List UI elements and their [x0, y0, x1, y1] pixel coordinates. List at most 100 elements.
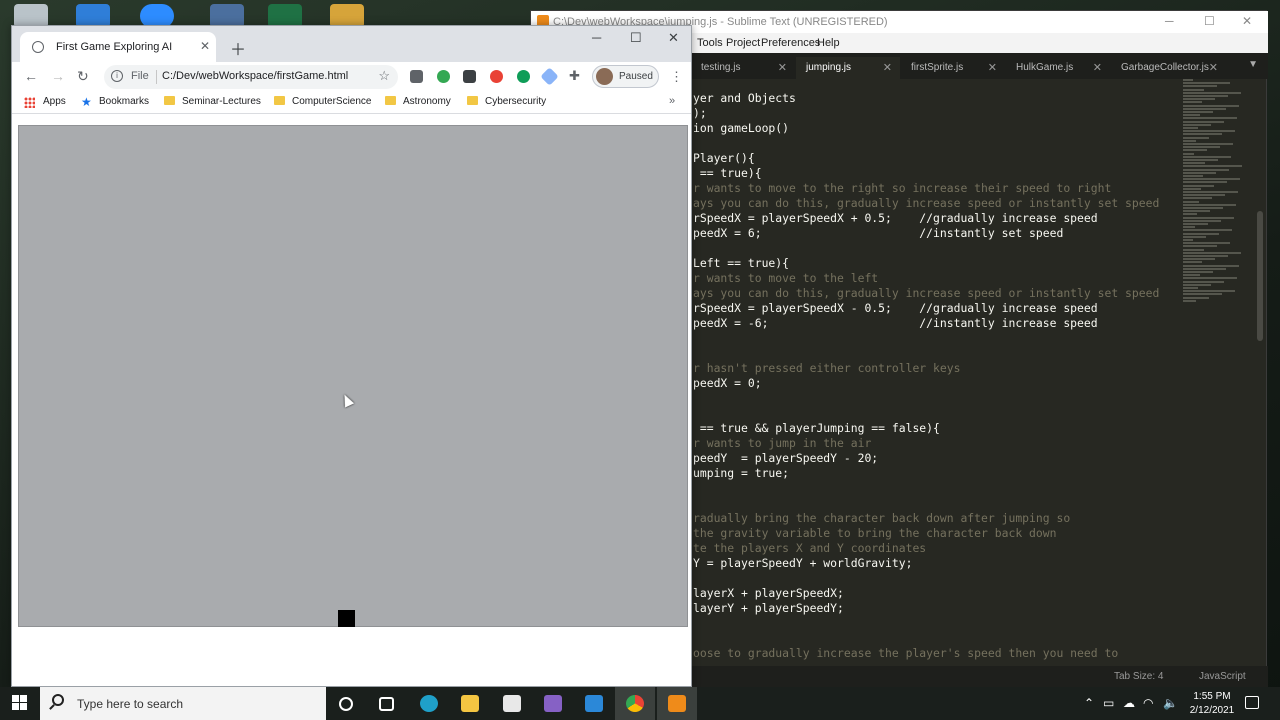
network-icon[interactable]: ▭ [1103, 696, 1114, 710]
minimap-line [1183, 88, 1204, 91]
vertical-scrollbar[interactable] [1257, 211, 1263, 341]
onedrive-icon[interactable]: ☁ [1123, 696, 1135, 710]
tab-garbagecollector[interactable]: GarbageCollector.js ✕ [1111, 57, 1226, 79]
sublime-icon[interactable] [668, 695, 686, 712]
chrome-window: First Game Exploring AI ✕ ＋ ─ ☐ ✕ ← → ↻ … [11, 25, 692, 687]
bookmark-folder-seminar[interactable]: Seminar-Lectures [164, 96, 261, 107]
divider [156, 70, 157, 84]
minimap-line [1183, 229, 1232, 232]
close-tab-icon[interactable]: ✕ [988, 61, 997, 74]
address-bar[interactable]: i File C:/Dev/webWorkspace/firstGame.htm… [104, 65, 398, 89]
close-tab-icon[interactable]: ✕ [1093, 61, 1102, 74]
url-scheme-label: File [131, 70, 149, 82]
minimap-line [1183, 127, 1198, 129]
bookmarks-star-icon: ★ [81, 95, 92, 109]
taskbar-search[interactable]: Type here to search [40, 687, 326, 720]
minimap-line [1183, 245, 1217, 248]
page-content [12, 115, 691, 686]
minimap-line [1183, 274, 1200, 277]
url-text[interactable]: C:/Dev/webWorkspace/firstGame.html [162, 70, 348, 82]
extension-icon[interactable] [517, 70, 530, 83]
bookmark-folder-cybersecurity[interactable]: Cybersecurity [467, 96, 546, 107]
menu-preferences[interactable]: Preferences [761, 37, 820, 49]
chrome-icon[interactable] [626, 695, 644, 712]
minimap-line [1183, 223, 1208, 225]
visual-studio-icon[interactable] [544, 695, 562, 712]
bookmark-folder-computerscience[interactable]: ComputerScience [274, 96, 371, 107]
minimap-line [1183, 239, 1193, 241]
wifi-icon[interactable]: ◠ [1143, 696, 1153, 710]
close-tab-icon[interactable]: ✕ [778, 61, 787, 74]
close-icon[interactable]: ✕ [668, 30, 679, 46]
code-editor[interactable]: yer and Objects); ion gameLoop() Player(){… [693, 91, 1163, 671]
bookmark-label: Cybersecurity [485, 96, 547, 107]
tab-testing[interactable]: testing.js ✕ [691, 57, 795, 79]
system-clock[interactable]: 1:55 PM 2/12/2021 [1180, 690, 1244, 718]
minimap-line [1183, 101, 1202, 104]
maximize-icon[interactable]: ☐ [1204, 14, 1215, 28]
store-icon[interactable] [503, 695, 521, 712]
menu-tools[interactable]: Tools [697, 37, 723, 49]
close-icon[interactable]: ✕ [1242, 14, 1252, 28]
minimize-icon[interactable]: ─ [1165, 14, 1174, 28]
windows-start-icon[interactable] [12, 695, 28, 711]
forward-icon[interactable]: → [51, 68, 65, 84]
tab-size-status[interactable]: Tab Size: 4 [1114, 671, 1163, 682]
new-tab-icon[interactable]: ＋ [230, 36, 246, 60]
more-bookmarks-icon[interactable]: » [669, 95, 675, 107]
minimap-line [1183, 203, 1236, 206]
edge-icon[interactable] [420, 695, 438, 712]
minimap-line [1183, 146, 1220, 149]
syntax-status[interactable]: JavaScript [1199, 671, 1246, 682]
extension-icon[interactable] [463, 70, 476, 83]
task-view-icon[interactable] [379, 697, 394, 711]
puzzle-icon[interactable]: ✚ [569, 68, 580, 84]
info-icon[interactable]: i [111, 70, 123, 82]
show-hidden-icons-icon[interactable]: ⌃ [1084, 696, 1094, 710]
tab-jumping[interactable]: jumping.js ✕ [796, 57, 900, 79]
extension-icon[interactable] [490, 70, 503, 83]
tab-list-icon[interactable]: ▼ [1248, 59, 1258, 70]
menu-help[interactable]: Help [817, 37, 840, 49]
bookmark-apps[interactable]: Apps [43, 96, 66, 107]
bookmarks-bar: Apps ★ Bookmarks Seminar-Lectures Comput… [12, 92, 691, 114]
close-tab-icon[interactable]: ✕ [883, 61, 892, 74]
code-line: r wants to jump in the air [693, 436, 872, 450]
minimap[interactable] [1183, 79, 1255, 379]
search-placeholder: Type here to search [77, 697, 184, 711]
menu-project[interactable]: Project [726, 37, 760, 49]
bookmark-star-icon[interactable]: ☆ [378, 68, 390, 84]
file-explorer-icon[interactable] [461, 695, 479, 712]
minimize-icon[interactable]: ─ [592, 30, 601, 45]
back-icon[interactable]: ← [24, 68, 38, 84]
extension-icon[interactable] [437, 70, 450, 83]
extension-icon[interactable] [410, 70, 423, 83]
volume-icon[interactable]: 🔈 [1163, 696, 1178, 710]
cortana-icon[interactable] [339, 697, 353, 711]
bookmark-label: ComputerScience [292, 96, 372, 107]
notification-center-icon[interactable] [1245, 696, 1259, 709]
reload-icon[interactable]: ↻ [77, 68, 89, 85]
tab-firstsprite[interactable]: firstSprite.js ✕ [901, 57, 1005, 79]
browser-tab[interactable]: First Game Exploring AI ✕ [20, 32, 216, 62]
minimap-line [1183, 117, 1237, 120]
menu-kebab-icon[interactable]: ⋮ [670, 69, 683, 85]
close-tab-icon[interactable]: ✕ [1209, 61, 1218, 74]
minimap-line [1183, 184, 1214, 187]
minimap-line [1183, 104, 1239, 107]
maximize-icon[interactable]: ☐ [630, 30, 642, 46]
mail-icon[interactable] [585, 695, 603, 712]
apps-grid-icon[interactable] [24, 97, 35, 108]
close-tab-icon[interactable]: ✕ [200, 39, 210, 53]
tab-hulkgame[interactable]: HulkGame.js ✕ [1006, 57, 1110, 79]
minimap-line [1183, 171, 1216, 174]
minimap-line [1183, 242, 1230, 245]
profile-button[interactable]: Paused [592, 65, 659, 88]
bookmark-bookmarks[interactable]: Bookmarks [99, 96, 149, 107]
minimap-line [1183, 79, 1193, 81]
extension-icon[interactable] [540, 67, 559, 86]
bookmark-folder-astronomy[interactable]: Astronomy [385, 96, 451, 107]
code-line: layerX + playerSpeedX; [693, 586, 844, 600]
game-canvas[interactable] [18, 125, 688, 627]
player-sprite [338, 610, 355, 627]
